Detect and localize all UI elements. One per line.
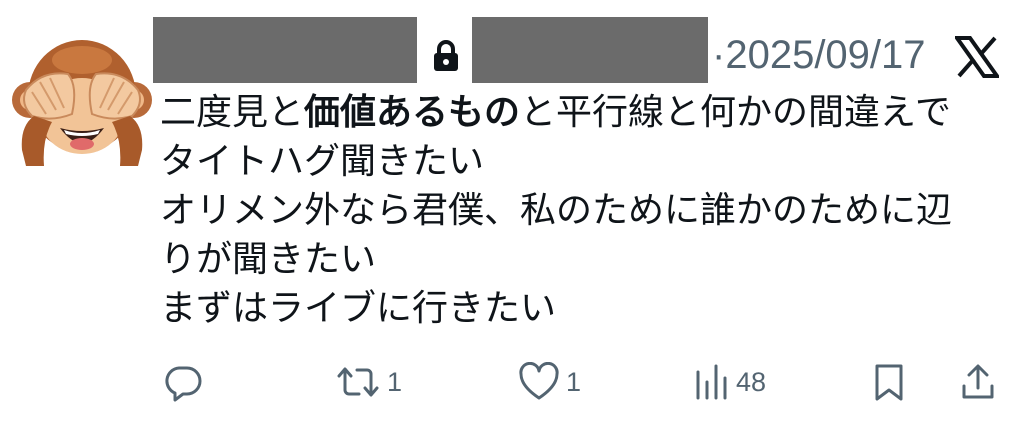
share-button[interactable] xyxy=(960,352,996,412)
tweet-date[interactable]: ·2025/09/17 xyxy=(712,30,926,80)
tweet-text-line: オリメン外なら君僕、私のために誰かのために辺 xyxy=(160,186,1020,235)
tweet-text-segment: オリメン外なら君僕、私のために誰かのために辺 xyxy=(160,190,953,231)
heart-icon xyxy=(519,362,559,400)
lock-icon xyxy=(432,40,460,72)
date-separator: · xyxy=(712,33,726,77)
tweet-text-segment: 二度見と xyxy=(160,92,305,133)
reply-icon xyxy=(165,366,202,402)
like-count: 1 xyxy=(566,366,582,397)
tweet-text-line: りが聞きたい xyxy=(160,235,1020,284)
bookmark-icon xyxy=(875,364,903,401)
tweet-text-bold: 価値あるもの xyxy=(304,92,521,133)
see-no-evil-monkey-icon xyxy=(12,40,152,166)
tweet-text-segment: タイトハグ聞きたい xyxy=(160,141,485,182)
action-bar: 1 1 48 xyxy=(0,352,1024,412)
like-button[interactable]: 1 xyxy=(518,352,581,412)
retweet-button[interactable]: 1 xyxy=(335,352,402,412)
date-text: 2025/09/17 xyxy=(725,33,926,77)
retweet-count: 1 xyxy=(387,366,403,397)
views-icon xyxy=(696,364,727,400)
tweet-text-line: タイトハグ聞きたい xyxy=(160,137,1020,186)
tweet-text-segment: りが聞きたい xyxy=(160,239,377,280)
retweet-icon xyxy=(337,367,379,397)
views-button[interactable]: 48 xyxy=(694,352,766,412)
tweet-text-segment: まずはライブに行きたい xyxy=(160,288,557,329)
views-count: 48 xyxy=(736,366,767,397)
tweet-text-segment: と平行線と何かの間違えで xyxy=(520,92,951,133)
reply-button[interactable] xyxy=(163,352,209,412)
bookmark-button[interactable] xyxy=(872,352,906,412)
tweet-text-line: まずはライブに行きたい xyxy=(160,284,1020,333)
display-name-redacted xyxy=(153,17,417,83)
tweet-text-line: 二度見と価値あるものと平行線と何かの間違えで xyxy=(160,88,1020,137)
tweet-text: 二度見と価値あるものと平行線と何かの間違えで タイトハグ聞きたいオリメン外なら君僕… xyxy=(160,88,1020,333)
avatar[interactable] xyxy=(12,30,152,170)
username-redacted xyxy=(472,17,708,83)
share-icon xyxy=(962,364,994,399)
x-logo-icon xyxy=(953,36,1001,78)
